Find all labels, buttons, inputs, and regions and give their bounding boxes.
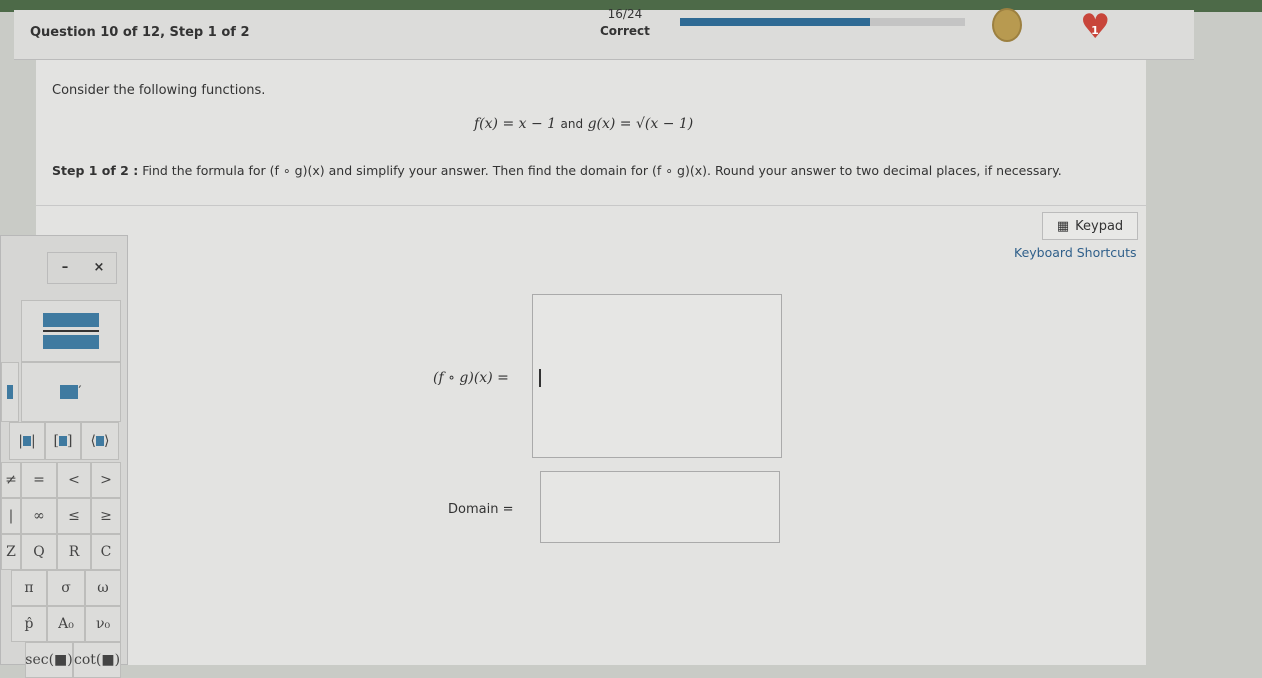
fog-label: (f ∘ g)(x) = (433, 370, 509, 386)
score: 16/24 Correct (600, 6, 650, 40)
bracket-key[interactable]: [] (45, 422, 81, 460)
score-label: Correct (600, 24, 650, 38)
close-button[interactable]: × (82, 253, 116, 283)
question-title: Question 10 of 12, Step 1 of 2 (30, 25, 250, 40)
abs-key[interactable]: | | (9, 422, 45, 460)
fog-answer-input[interactable] (532, 294, 782, 458)
and-text: and (560, 117, 584, 131)
divider (36, 205, 1146, 206)
score-fraction: 16/24 (607, 7, 643, 21)
keypad-key[interactable]: R (57, 534, 91, 570)
angle-bracket-key[interactable]: ⟨ ⟩ (81, 422, 119, 460)
keypad-key[interactable]: < (57, 462, 91, 498)
step-instructions: Step 1 of 2 : Find the formula for (f ∘ … (52, 163, 1062, 178)
keypad-key[interactable]: p̂ (11, 606, 47, 642)
keypad-key[interactable]: ≥ (91, 498, 121, 534)
progress-bar (680, 18, 965, 26)
prime-key[interactable]: ′ (21, 362, 121, 422)
keypad-key[interactable]: > (91, 462, 121, 498)
keypad-key[interactable]: Q (21, 534, 57, 570)
keypad-key[interactable]: ω (85, 570, 121, 606)
keypad-key[interactable]: ν₀ (85, 606, 121, 642)
calculator-icon: ▦ (1056, 218, 1070, 234)
keypad-label: Keypad (1075, 218, 1124, 234)
step-text: Find the formula for (f ∘ g)(x) and simp… (142, 163, 1062, 178)
text-cursor (539, 369, 541, 387)
keypad-key[interactable]: cot(■) (73, 642, 121, 678)
math-keypad-panel: – × ′ | | [] ⟨ ⟩ ≠ = < > | ∞ ≤ ≥ Z Q R Cπ σ ω p̂ A₀ ν₀ sec(… (0, 235, 128, 678)
keypad-key[interactable]: | (1, 498, 21, 534)
function-definitions: f(x) = x − 1 and g(x) = √(x − 1) (474, 116, 693, 132)
keypad-key[interactable]: ≤ (57, 498, 91, 534)
keypad-key[interactable]: sec(■) (25, 642, 73, 678)
progress-fill (680, 18, 871, 26)
domain-label: Domain = (448, 502, 514, 517)
keypad-key[interactable]: Z (1, 534, 21, 570)
keypad-key[interactable]: = (21, 462, 57, 498)
fraction-key[interactable] (21, 300, 121, 362)
keypad-key[interactable]: C (91, 534, 121, 570)
panel-controls: – × (47, 252, 117, 284)
f-definition: f(x) = x − 1 (474, 116, 557, 132)
minimize-button[interactable]: – (48, 253, 82, 283)
coin-icon[interactable] (992, 8, 1022, 42)
heart-icon[interactable]: ♥ 1 (1080, 10, 1110, 46)
keyboard-shortcuts-link[interactable]: Keyboard Shortcuts (1014, 245, 1137, 260)
domain-answer-input[interactable] (540, 471, 780, 543)
root-key[interactable] (1, 362, 19, 422)
g-definition: g(x) = √(x − 1) (587, 116, 694, 132)
keypad-key[interactable]: ∞ (21, 498, 57, 534)
intro-text: Consider the following functions. (52, 83, 266, 98)
keypad-key[interactable]: ≠ (1, 462, 21, 498)
hearts-count: 1 (1091, 24, 1099, 37)
keypad-button[interactable]: ▦ Keypad (1042, 212, 1138, 240)
keypad-key[interactable]: σ (47, 570, 85, 606)
step-label: Step 1 of 2 : (52, 163, 139, 178)
keypad-key[interactable]: π (11, 570, 47, 606)
keypad-key[interactable]: A₀ (47, 606, 85, 642)
